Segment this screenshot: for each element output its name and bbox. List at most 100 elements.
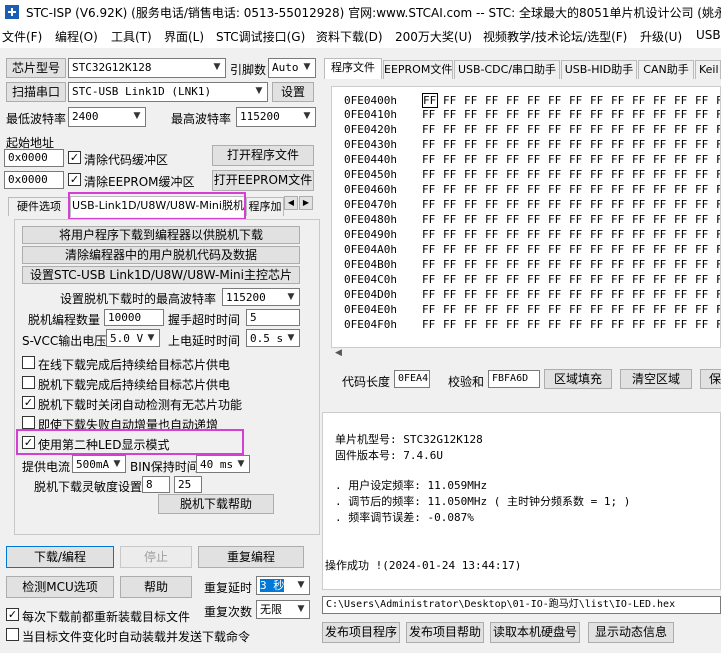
hex-byte[interactable]: FF (632, 318, 653, 331)
hex-byte[interactable]: FF (527, 273, 548, 286)
hex-byte[interactable]: FF (569, 94, 590, 107)
hex-byte[interactable]: FF (695, 258, 716, 271)
hex-byte[interactable]: FF (485, 168, 506, 181)
hex-byte[interactable]: FF (464, 138, 485, 151)
hex-byte[interactable]: FF (506, 183, 527, 196)
hex-byte[interactable]: FF (443, 288, 464, 301)
hex-byte[interactable]: FF (632, 213, 653, 226)
hex-byte[interactable]: FF (527, 168, 548, 181)
hex-byte[interactable]: FF (611, 138, 632, 151)
publish-program-button[interactable]: 发布项目程序 (322, 622, 400, 643)
hex-byte[interactable]: FF (422, 153, 443, 166)
hex-byte[interactable]: FF (674, 198, 695, 211)
hex-byte[interactable]: FF (695, 94, 716, 107)
hex-byte[interactable]: FF (569, 243, 590, 256)
hex-byte[interactable]: FF (674, 123, 695, 136)
horizontal-scrollbar[interactable]: ◀ (331, 348, 721, 361)
offline-max-baud-select[interactable]: 115200 ▼ (222, 288, 300, 306)
hex-byte[interactable]: FF (527, 138, 548, 151)
hex-byte[interactable]: FF (695, 273, 716, 286)
hex-byte[interactable]: FF (695, 153, 716, 166)
hex-byte[interactable]: FF (695, 183, 716, 196)
hex-byte[interactable]: FF (443, 213, 464, 226)
download-program-button[interactable]: 下载/编程 (6, 546, 114, 568)
hex-byte[interactable]: FF (464, 273, 485, 286)
hex-byte[interactable]: FF (674, 243, 695, 256)
hex-byte[interactable]: FF (422, 93, 438, 108)
hex-byte[interactable]: FF (611, 183, 632, 196)
hex-byte[interactable]: FF (632, 288, 653, 301)
hex-byte[interactable]: FF (443, 153, 464, 166)
power-delay-select[interactable]: 0.5 s ▼ (246, 329, 300, 347)
hex-byte[interactable]: FF (506, 213, 527, 226)
hex-byte[interactable]: FF (716, 288, 720, 301)
hex-byte[interactable]: FF (527, 228, 548, 241)
hex-byte[interactable]: FF (632, 183, 653, 196)
hex-byte[interactable]: FF (674, 213, 695, 226)
hex-byte[interactable]: FF (422, 123, 443, 136)
hex-byte[interactable]: FF (674, 138, 695, 151)
tab-usb-hid[interactable]: USB-HID助手 (561, 60, 637, 79)
clear-eeprom-checkbox[interactable]: ✓ (68, 173, 81, 186)
hex-byte[interactable]: FF (632, 228, 653, 241)
hex-byte[interactable]: FF (485, 153, 506, 166)
stop-button[interactable]: 停止 (120, 546, 192, 568)
hex-byte[interactable]: FF (527, 198, 548, 211)
hex-byte[interactable]: FF (422, 243, 443, 256)
svcc-select[interactable]: 5.0 V ▼ (106, 329, 160, 347)
hex-byte[interactable]: FF (569, 288, 590, 301)
min-baud-select[interactable]: 2400 ▼ (68, 107, 146, 127)
tab-hardware[interactable]: 硬件选项 (8, 197, 70, 216)
hex-byte[interactable]: FF (422, 288, 443, 301)
hex-byte[interactable]: FF (527, 243, 548, 256)
hex-byte[interactable]: FF (422, 183, 443, 196)
hex-byte[interactable]: FF (716, 108, 720, 121)
hex-byte[interactable]: FF (443, 228, 464, 241)
help-button[interactable]: 帮助 (120, 576, 192, 598)
hex-byte[interactable]: FF (506, 94, 527, 107)
hex-byte[interactable]: FF (506, 258, 527, 271)
hex-byte[interactable]: FF (506, 108, 527, 121)
hex-byte[interactable]: FF (548, 303, 569, 316)
hex-byte[interactable]: FF (485, 198, 506, 211)
hex-byte[interactable]: FF (548, 198, 569, 211)
hex-byte[interactable]: FF (632, 94, 653, 107)
hex-byte[interactable]: FF (695, 108, 716, 121)
hex-byte[interactable]: FF (506, 243, 527, 256)
hex-byte[interactable]: FF (485, 228, 506, 241)
online-power-checkbox[interactable] (22, 356, 35, 369)
hex-byte[interactable]: FF (716, 138, 720, 151)
hex-byte[interactable]: FF (632, 108, 653, 121)
hex-byte[interactable]: FF (443, 183, 464, 196)
hex-byte[interactable]: FF (716, 94, 720, 107)
hex-byte[interactable]: FF (464, 288, 485, 301)
hex-byte[interactable]: FF (485, 318, 506, 331)
hex-byte[interactable]: FF (611, 198, 632, 211)
pins-select[interactable]: Auto ▼ (268, 58, 316, 78)
hex-byte[interactable]: FF (674, 228, 695, 241)
hex-byte[interactable]: FF (653, 94, 674, 107)
chip-type-button[interactable]: 芯片型号 (6, 58, 66, 78)
bin-hold-select[interactable]: 40 ms ▼ (196, 455, 250, 473)
offline-power-checkbox[interactable] (22, 376, 35, 389)
repeat-program-button[interactable]: 重复编程 (198, 546, 304, 568)
hex-byte[interactable]: FF (569, 273, 590, 286)
hex-byte[interactable]: FF (716, 183, 720, 196)
hex-byte[interactable]: FF (464, 168, 485, 181)
hex-byte[interactable]: FF (485, 183, 506, 196)
hex-byte[interactable]: FF (464, 108, 485, 121)
hex-byte[interactable]: FF (695, 213, 716, 226)
hex-byte[interactable]: FF (422, 198, 443, 211)
hex-byte[interactable]: FF (674, 288, 695, 301)
save-button[interactable]: 保 (700, 369, 721, 389)
hex-byte[interactable]: FF (485, 288, 506, 301)
hex-byte[interactable]: FF (632, 273, 653, 286)
hex-byte[interactable]: FF (611, 273, 632, 286)
hex-byte[interactable]: FF (590, 108, 611, 121)
hex-byte[interactable]: FF (632, 303, 653, 316)
hex-byte[interactable]: FF (569, 213, 590, 226)
disable-autodetect-checkbox[interactable]: ✓ (22, 396, 35, 409)
hex-byte[interactable]: FF (443, 168, 464, 181)
hex-byte[interactable]: FF (674, 94, 695, 107)
hex-byte[interactable]: FF (548, 168, 569, 181)
